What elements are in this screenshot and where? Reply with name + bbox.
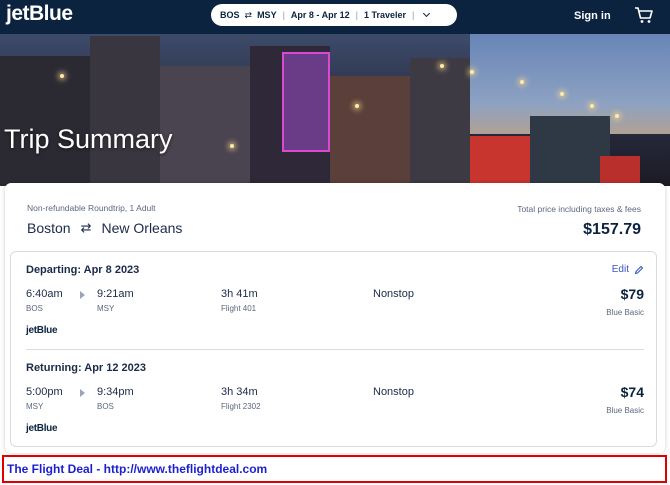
street-light [590,104,594,108]
roundtrip-icon: ⇄ [80,220,92,235]
fare-type: Blue Basic [606,406,644,415]
edit-label: Edit [611,264,629,275]
fare-type: Blue Basic [606,308,644,317]
top-nav-bar: jetBlue BOS ⇄ MSY | Apr 8 - Apr 12 | 1 T… [0,0,670,34]
flight-duration: 3h 34m [221,386,258,398]
street-light [440,64,444,68]
depart-time: 6:40am [26,288,63,300]
arrive-time: 9:21am [97,288,134,300]
cart-icon[interactable] [634,6,654,24]
depart-airport: BOS [26,304,43,313]
arrive-time: 9:34pm [97,386,134,398]
flight-deal-banner: The Flight Deal - http://www.theflightde… [2,455,667,483]
segment-price: $79 [620,286,644,302]
hero-building [410,58,470,186]
street-light [60,74,64,78]
flight-stops: Nonstop [373,386,414,398]
flight-duration: 3h 41m [221,288,258,300]
flight-number: Flight 401 [221,304,257,313]
trip-type-label: Non-refundable Roundtrip, 1 Adult [27,203,156,213]
hero-banner: Trip Summary [0,34,670,186]
flight-segments: Departing: Apr 8 2023 Edit 6:40am BOS 9:… [10,251,657,447]
street-light [470,70,474,74]
hero-building [0,56,90,186]
street-light [355,104,359,108]
hero-building [90,36,160,186]
hero-building [470,136,530,186]
sign-in-link[interactable]: Sign in [574,10,611,22]
pill-divider: | [355,10,358,20]
flight-number: Flight 2302 [221,402,261,411]
arrow-right-icon [80,291,85,299]
edit-flight-button[interactable]: Edit [612,264,644,275]
chevron-down-icon[interactable] [423,9,431,18]
hero-building [330,76,410,186]
street-light [615,114,619,118]
street-light [230,144,234,148]
route-summary: Boston ⇄ New Orleans [27,220,182,236]
total-price-label: Total price including taxes & fees [517,204,641,214]
search-dates: Apr 8 - Apr 12 [290,10,350,20]
pill-divider: | [412,10,415,20]
search-destination: MSY [257,10,277,20]
origin-city: Boston [27,220,71,236]
arrive-airport: BOS [97,402,114,411]
pencil-icon [634,265,644,274]
total-price: $157.79 [583,221,641,238]
depart-airport: MSY [26,402,44,411]
segment-heading: Returning: Apr 12 2023 [26,362,147,374]
search-origin: BOS [220,10,240,20]
street-light [520,80,524,84]
arrive-airport: MSY [97,304,115,313]
arrow-right-icon [80,389,85,397]
street-light [560,92,564,96]
flight-stops: Nonstop [373,288,414,300]
hero-building [600,156,640,186]
hero-building [530,116,610,186]
destination-city: New Orleans [101,220,183,236]
trip-search-pill[interactable]: BOS ⇄ MSY | Apr 8 - Apr 12 | 1 Traveler … [211,4,457,26]
hero-building [160,66,250,186]
segment-heading: Departing: Apr 8 2023 [26,264,140,276]
segment-price: $74 [620,384,644,400]
flight-segment-returning: Returning: Apr 12 2023 5:00pm MSY 9:34pm… [11,350,656,448]
search-travelers: 1 Traveler [363,10,406,20]
flight-deal-link[interactable]: The Flight Deal - http://www.theflightde… [7,462,267,476]
swap-icon: ⇄ [244,9,253,20]
trip-summary-card: Non-refundable Roundtrip, 1 Adult Boston… [5,183,665,453]
carrier-logo: jetBlue [26,423,58,434]
page-title: Trip Summary [4,124,173,154]
jetblue-logo[interactable]: jetBlue [6,2,73,26]
hero-building [282,52,330,152]
carrier-logo: jetBlue [26,325,58,336]
depart-time: 5:00pm [26,386,63,398]
flight-segment-departing: Departing: Apr 8 2023 Edit 6:40am BOS 9:… [11,252,656,350]
pill-divider: | [282,10,285,20]
